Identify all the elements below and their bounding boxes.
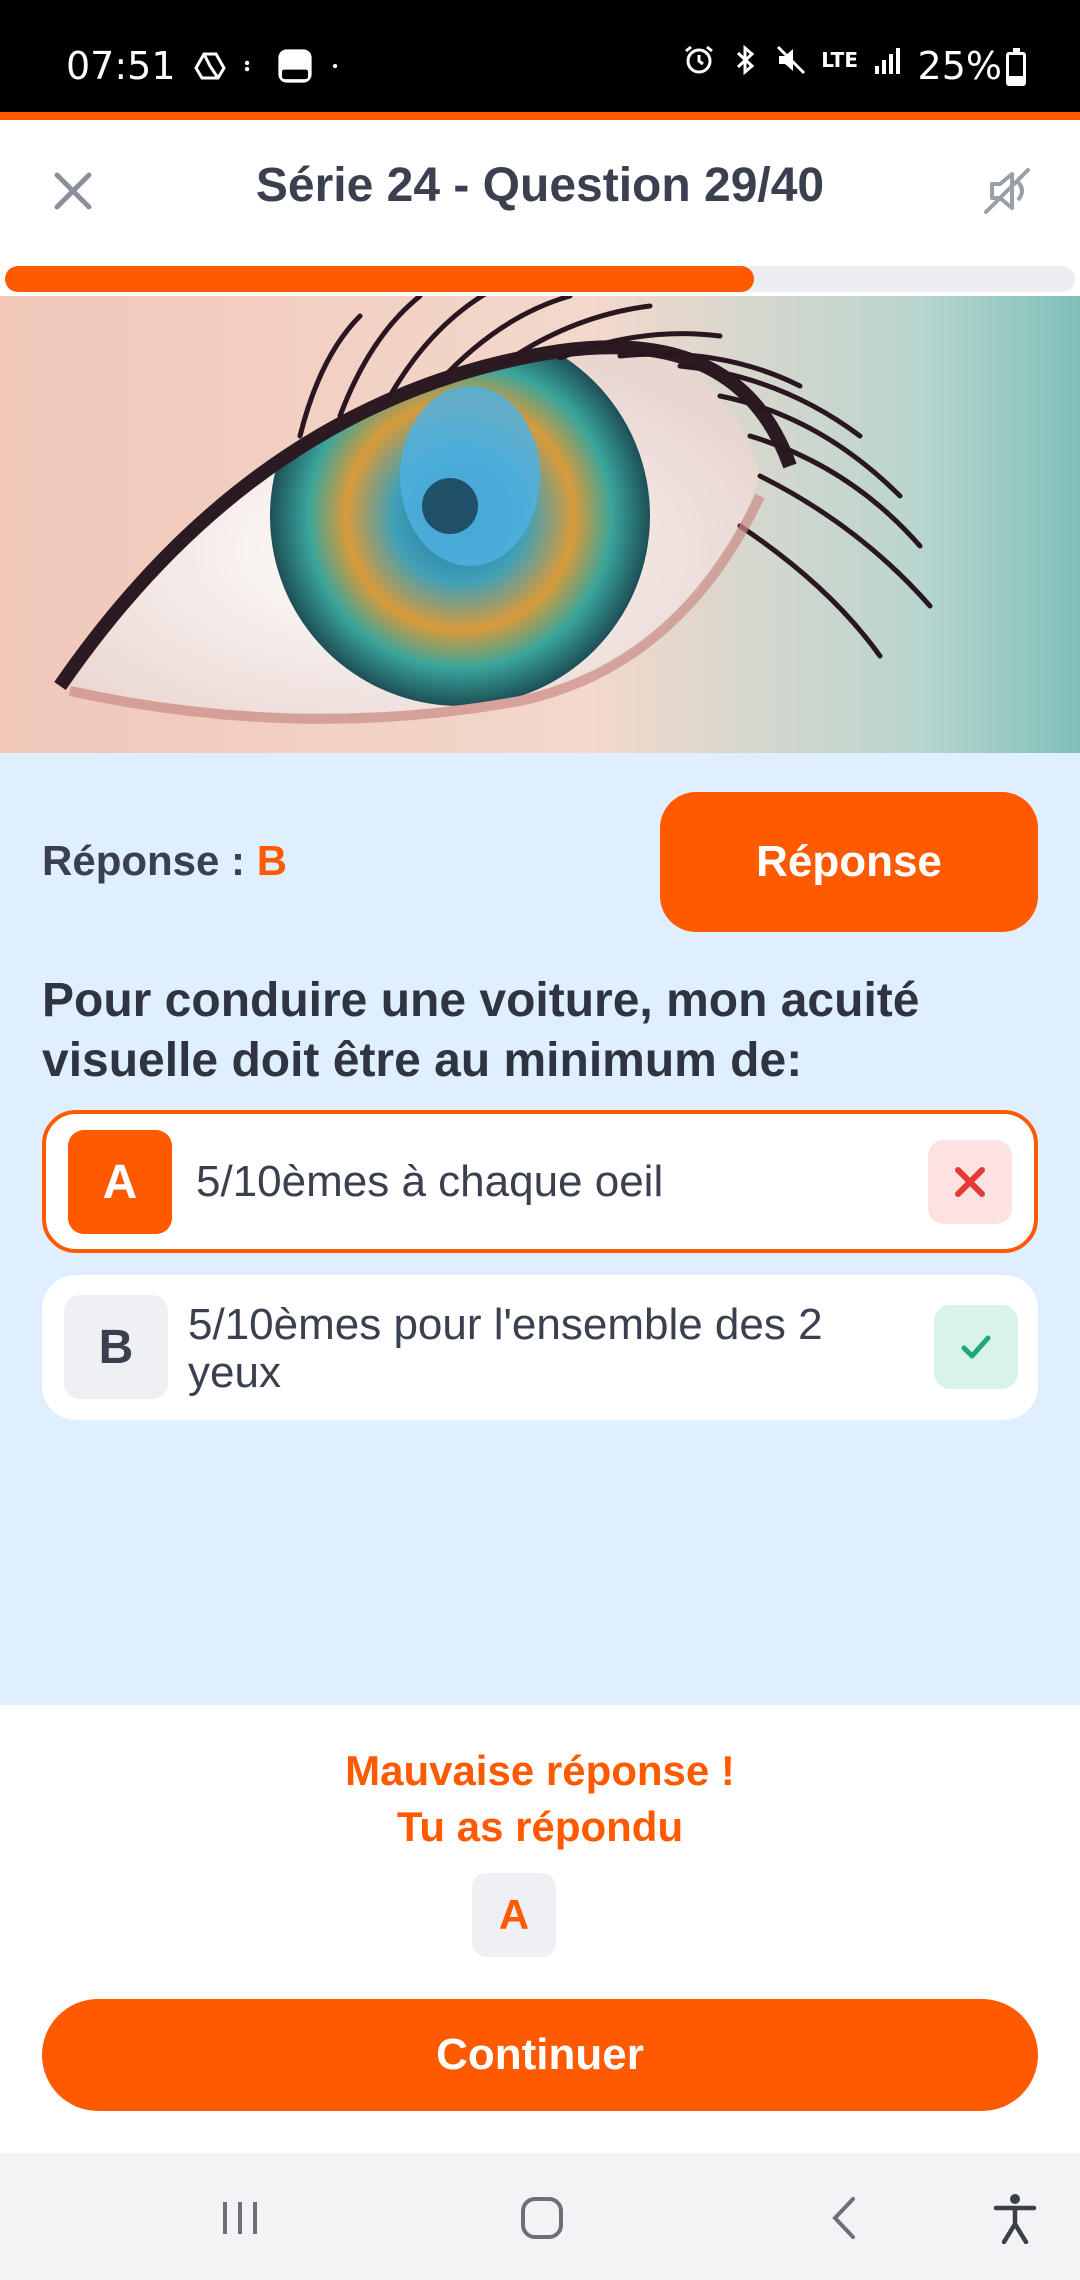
accent-strip <box>0 112 1080 120</box>
lte-icon: LTE <box>821 48 858 72</box>
eye-photo <box>0 296 1080 753</box>
question-text: Pour conduire une voiture, mon acuité vi… <box>42 974 920 1087</box>
feedback-subtitle: Tu as répondu <box>396 1803 684 1850</box>
option-text: 5/10èmes à chaque oeil <box>196 1157 664 1206</box>
given-answer-badge: A <box>472 1873 556 1957</box>
battery-level <box>1009 76 1023 83</box>
mute-icon <box>777 45 806 75</box>
status-left: 07:51 <box>66 44 346 88</box>
answer-label: Réponse : <box>42 837 246 884</box>
option-letter: A <box>68 1130 172 1234</box>
drive-icon <box>193 52 226 80</box>
sound-toggle-button[interactable] <box>974 158 1040 224</box>
bluetooth-icon <box>737 44 755 76</box>
battery-percent: 25% <box>917 44 1002 88</box>
dot-icon <box>332 63 337 69</box>
check-icon <box>961 1335 991 1359</box>
home-button[interactable] <box>507 2183 577 2253</box>
correct-mark <box>934 1305 1018 1389</box>
back-icon <box>832 2197 855 2239</box>
option-a[interactable]: A 5/10èmes à chaque oeil <box>42 1110 1038 1253</box>
wrong-mark <box>928 1140 1012 1224</box>
battery-icon <box>1006 48 1026 86</box>
feedback-title: Mauvaise réponse ! <box>345 1747 735 1794</box>
status-bar: 07:51 LTE 25% <box>0 0 1080 112</box>
option-text: 5/10èmes pour l'ensemble des 2 yeux <box>188 1300 823 1397</box>
home-icon <box>521 2197 563 2239</box>
feedback-panel: Mauvaise réponse ! Tu as répondu A Conti… <box>0 1705 1080 2153</box>
status-right: LTE <box>683 44 904 76</box>
system-nav-bar <box>0 2153 1080 2280</box>
alarm-icon <box>685 45 714 74</box>
dots-icon <box>244 60 249 72</box>
status-time: 07:51 <box>66 44 176 88</box>
progress-bar <box>5 266 1075 292</box>
cross-icon <box>955 1167 985 1197</box>
answer-indicator: Réponse : B <box>42 837 287 885</box>
accessibility-button[interactable] <box>980 2183 1050 2253</box>
recents-icon <box>223 2202 257 2234</box>
option-letter: B <box>64 1295 168 1399</box>
accessibility-icon <box>993 2194 1037 2244</box>
continue-button[interactable]: Continuer <box>42 1999 1038 2111</box>
app-icon <box>277 49 312 83</box>
sound-off-icon <box>984 168 1030 214</box>
quiz-header: Série 24 - Question 29/40 <box>0 120 1080 260</box>
reponse-button[interactable]: Réponse <box>660 792 1038 932</box>
recents-button[interactable] <box>205 2183 275 2253</box>
question-panel: Réponse : B Réponse Pour conduire une vo… <box>0 753 1080 1705</box>
answer-value: B <box>256 837 288 884</box>
question-image <box>0 296 1080 753</box>
progress-bar-fill <box>5 266 754 292</box>
signal-icon <box>875 48 900 74</box>
back-button[interactable] <box>810 2183 880 2253</box>
page-title: Série 24 - Question 29/40 <box>255 159 825 212</box>
option-b[interactable]: B 5/10èmes pour l'ensemble des 2 yeux <box>42 1275 1038 1420</box>
